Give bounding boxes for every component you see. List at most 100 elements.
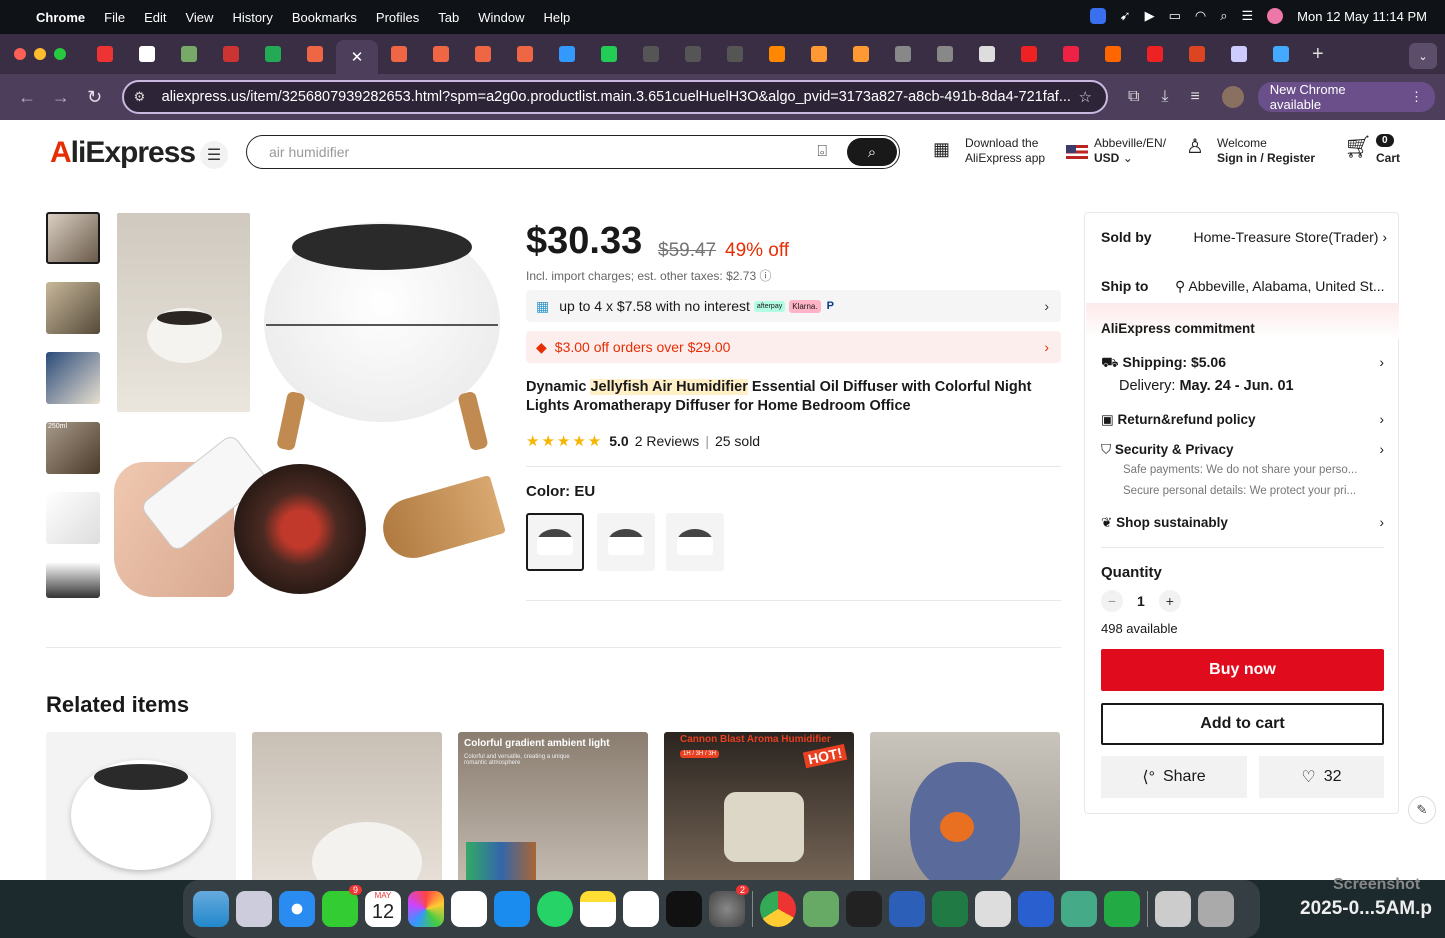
search-bar[interactable]: air humidifier ⌻ ⌕	[246, 135, 900, 169]
menu-bookmarks[interactable]: Bookmarks	[292, 10, 357, 25]
cart-link[interactable]: 🛒︎ Cart	[1344, 136, 1400, 166]
reminders-icon[interactable]	[451, 891, 487, 927]
browser-tab[interactable]	[210, 39, 252, 69]
browser-tab[interactable]	[1092, 39, 1134, 69]
menu-window[interactable]: Window	[478, 10, 524, 25]
media-controls-icon[interactable]: ≡	[1190, 88, 1199, 106]
quantity-value[interactable]: 1	[1137, 593, 1145, 609]
browser-tab[interactable]	[798, 39, 840, 69]
new-chrome-available-button[interactable]: New Chrome available ⋮	[1257, 82, 1435, 112]
coupon-banner[interactable]: ◆ $3.00 off orders over $29.00 ›	[526, 331, 1061, 363]
menubar-clock[interactable]: Mon 12 May 11:14 PM	[1297, 9, 1427, 24]
browser-tab[interactable]	[1008, 39, 1050, 69]
site-info-icon[interactable]: ⚙	[134, 89, 150, 105]
vscode-like-icon[interactable]	[1018, 891, 1054, 927]
shipping-row[interactable]: ⛟ Shipping: $5.06 ›	[1101, 354, 1384, 373]
browser-tab[interactable]	[252, 39, 294, 69]
browser-tab[interactable]	[840, 39, 882, 69]
reload-button[interactable]: ↻	[78, 87, 112, 108]
address-bar[interactable]: ⚙ aliexpress.us/item/3256807939282653.ht…	[121, 80, 1108, 114]
search-button[interactable]: ⌕	[847, 138, 897, 166]
share-button[interactable]: ⟨° Share	[1101, 756, 1247, 798]
quantity-increase-button[interactable]: +	[1158, 590, 1181, 612]
browser-tab[interactable]	[504, 39, 546, 69]
browser-tab[interactable]	[714, 39, 756, 69]
safari-icon[interactable]	[279, 891, 315, 927]
status-app-icon[interactable]	[1089, 8, 1106, 24]
zoom-window-button[interactable]	[54, 48, 66, 60]
browser-tab[interactable]	[1176, 39, 1218, 69]
main-product-image[interactable]	[114, 212, 506, 599]
quantity-decrease-button[interactable]: −	[1101, 590, 1123, 612]
close-window-button[interactable]	[14, 48, 26, 60]
store-link[interactable]: Home-Treasure Store(Trader) ›	[1191, 229, 1387, 245]
utility-app-icon[interactable]	[803, 891, 839, 927]
apple-tv-icon[interactable]	[666, 891, 702, 927]
edit-icon[interactable]: ✎	[1408, 796, 1436, 824]
calendar-icon[interactable]: MAY 12	[365, 891, 401, 927]
launchpad-icon[interactable]	[236, 891, 272, 927]
tab-search-button[interactable]: ⌄	[1409, 43, 1437, 69]
bookmark-star-icon[interactable]: ☆	[1078, 88, 1091, 106]
close-tab-icon[interactable]: ✕	[351, 48, 364, 66]
browser-tab[interactable]	[1218, 39, 1260, 69]
activity-monitor-icon[interactable]	[846, 891, 882, 927]
browser-tab[interactable]	[462, 39, 504, 69]
thumbnail-4[interactable]: 250ml	[46, 422, 100, 474]
reviews-link[interactable]: 2 Reviews	[635, 433, 700, 449]
browser-tab[interactable]	[882, 39, 924, 69]
downloads-stack-icon[interactable]	[1155, 891, 1191, 927]
wishlist-button[interactable]: ♡ 32	[1259, 756, 1384, 798]
related-item-3[interactable]: Colorful gradient ambient light Colorful…	[458, 732, 648, 880]
locale-selector[interactable]: Abbeville/EN/ USD ⌄	[1066, 136, 1166, 166]
browser-tab[interactable]	[1260, 39, 1302, 69]
thumbnail-6[interactable]	[46, 562, 100, 598]
browser-tab[interactable]	[756, 39, 798, 69]
browser-tab[interactable]	[168, 39, 210, 69]
siri-icon[interactable]	[1267, 8, 1284, 24]
related-item-1[interactable]	[46, 732, 236, 880]
downloads-icon[interactable]: ⤓	[1161, 88, 1168, 106]
numbers-icon[interactable]	[1104, 891, 1140, 927]
search-input[interactable]: air humidifier	[269, 144, 817, 160]
vpn-icon[interactable]: ➹	[1120, 8, 1131, 24]
browser-tab[interactable]	[966, 39, 1008, 69]
play-icon[interactable]: ▶	[1145, 8, 1155, 24]
back-button[interactable]: ←	[10, 87, 44, 108]
color-option-eu[interactable]	[526, 513, 584, 571]
browser-tab[interactable]	[672, 39, 714, 69]
screenshot-filename[interactable]: 2025-0...5AM.p	[1300, 898, 1432, 920]
thumbnail-5[interactable]	[46, 492, 100, 544]
browser-tab[interactable]	[630, 39, 672, 69]
browser-tab[interactable]	[1050, 39, 1092, 69]
menu-tab[interactable]: Tab	[438, 10, 459, 25]
minimize-window-button[interactable]	[34, 48, 46, 60]
battery-icon[interactable]: ▭	[1169, 8, 1181, 24]
menu-edit[interactable]: Edit	[144, 10, 166, 25]
chrome-icon[interactable]	[760, 891, 796, 927]
thumbnail-3[interactable]	[46, 352, 100, 404]
more-menu-icon[interactable]: ⋮	[1410, 89, 1423, 105]
thumbnail-1[interactable]	[46, 212, 100, 264]
notes-icon[interactable]	[580, 891, 616, 927]
buy-now-button[interactable]: Buy now	[1101, 649, 1384, 691]
browser-tab[interactable]	[546, 39, 588, 69]
browser-tab[interactable]	[924, 39, 966, 69]
browser-tab[interactable]: ✕	[336, 40, 378, 74]
wifi-icon[interactable]: ◠	[1195, 8, 1206, 24]
ship-to-selector[interactable]: ⚲ Abbeville, Alabama, United St...	[1175, 278, 1385, 295]
browser-tab[interactable]	[378, 39, 420, 69]
app-store-icon[interactable]	[494, 891, 530, 927]
browser-tab[interactable]	[588, 39, 630, 69]
menu-help[interactable]: Help	[544, 10, 571, 25]
thumbnail-2[interactable]	[46, 282, 100, 334]
excel-icon[interactable]	[932, 891, 968, 927]
return-policy-row[interactable]: ▣ Return&refund policy ›	[1101, 412, 1384, 428]
app-icon[interactable]	[1061, 891, 1097, 927]
color-option-2[interactable]	[597, 513, 655, 571]
menu-app-name[interactable]: Chrome	[36, 10, 85, 25]
printer-icon[interactable]	[975, 891, 1011, 927]
menu-view[interactable]: View	[185, 10, 213, 25]
aliexpress-logo[interactable]: AliExpress	[50, 136, 196, 170]
sold-by-row[interactable]: Sold by	[1101, 229, 1152, 245]
